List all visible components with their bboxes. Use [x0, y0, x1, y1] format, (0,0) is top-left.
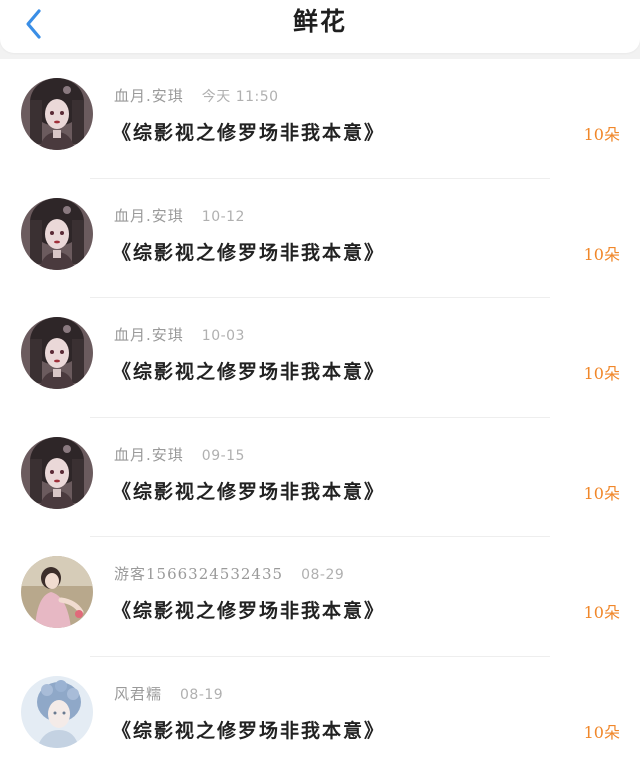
username: 游客1566324532435	[114, 565, 284, 583]
send-date: 10-12	[201, 208, 245, 225]
username: 血月.安琪	[114, 326, 184, 344]
book-title: 《综影视之修罗场非我本意》	[112, 600, 386, 622]
avatar[interactable]	[21, 436, 93, 509]
blue-hair-girl-avatar-icon	[21, 675, 93, 748]
gothic-girl-avatar-icon	[21, 197, 93, 270]
page-title: 鲜花	[292, 7, 347, 36]
book-title: 《综影视之修罗场非我本意》	[112, 480, 386, 503]
avatar[interactable]	[21, 556, 93, 628]
top-bar: 鲜花	[0, 0, 640, 53]
gothic-girl-avatar-icon	[21, 317, 93, 389]
user-line: 风君糯 08-19	[114, 683, 223, 704]
list-item[interactable]: 血月.安琪 10-03 《综影视之修罗场非我本意》 10朵	[0, 298, 640, 418]
book-title: 《综影视之修罗场非我本意》	[112, 719, 386, 742]
send-date: 08-29	[301, 567, 345, 583]
user-line: 血月.安琪 10-12	[114, 205, 245, 226]
pink-dress-girl-avatar-icon	[21, 556, 93, 628]
user-line: 血月.安琪 今天 11:50	[114, 85, 279, 106]
avatar[interactable]	[21, 675, 93, 748]
avatar[interactable]	[21, 317, 93, 389]
username: 血月.安琪	[114, 206, 184, 225]
flower-record-list: 血月.安琪 今天 11:50 《综影视之修罗场非我本意》 10朵 血月.安琪 1…	[0, 59, 640, 774]
send-date: 10-03	[201, 328, 245, 344]
flower-count: 10朵	[583, 722, 620, 742]
book-title: 《综影视之修罗场非我本意》	[112, 122, 386, 144]
list-item[interactable]: 风君糯 08-19 《综影视之修罗场非我本意》 10朵	[0, 656, 640, 774]
user-line: 游客1566324532435 08-29	[114, 563, 344, 584]
flower-count: 10朵	[583, 603, 620, 622]
gothic-girl-avatar-icon	[21, 78, 93, 150]
send-date: 今天 11:50	[201, 89, 279, 105]
book-title: 《综影视之修罗场非我本意》	[112, 241, 386, 264]
list-item[interactable]: 血月.安琪 09-15 《综影视之修罗场非我本意》 10朵	[0, 417, 640, 537]
username: 血月.安琪	[114, 445, 184, 464]
send-date: 09-15	[201, 447, 245, 464]
flower-count: 10朵	[583, 364, 620, 383]
book-title: 《综影视之修罗场非我本意》	[112, 361, 386, 383]
user-line: 血月.安琪 10-03	[114, 324, 245, 345]
avatar[interactable]	[21, 78, 93, 150]
username: 血月.安琪	[114, 87, 184, 105]
send-date: 08-19	[180, 686, 224, 703]
flower-count: 10朵	[583, 483, 620, 503]
gothic-girl-avatar-icon	[21, 436, 93, 509]
user-line: 血月.安琪 09-15	[114, 444, 245, 465]
flower-count: 10朵	[583, 125, 620, 144]
avatar[interactable]	[21, 197, 93, 270]
list-item[interactable]: 游客1566324532435 08-29 《综影视之修罗场非我本意》 10朵	[0, 537, 640, 657]
flower-count: 10朵	[583, 244, 620, 264]
username: 风君糯	[114, 684, 163, 703]
list-item[interactable]: 血月.安琪 10-12 《综影视之修罗场非我本意》 10朵	[0, 178, 640, 298]
list-item[interactable]: 血月.安琪 今天 11:50 《综影视之修罗场非我本意》 10朵	[0, 59, 640, 179]
